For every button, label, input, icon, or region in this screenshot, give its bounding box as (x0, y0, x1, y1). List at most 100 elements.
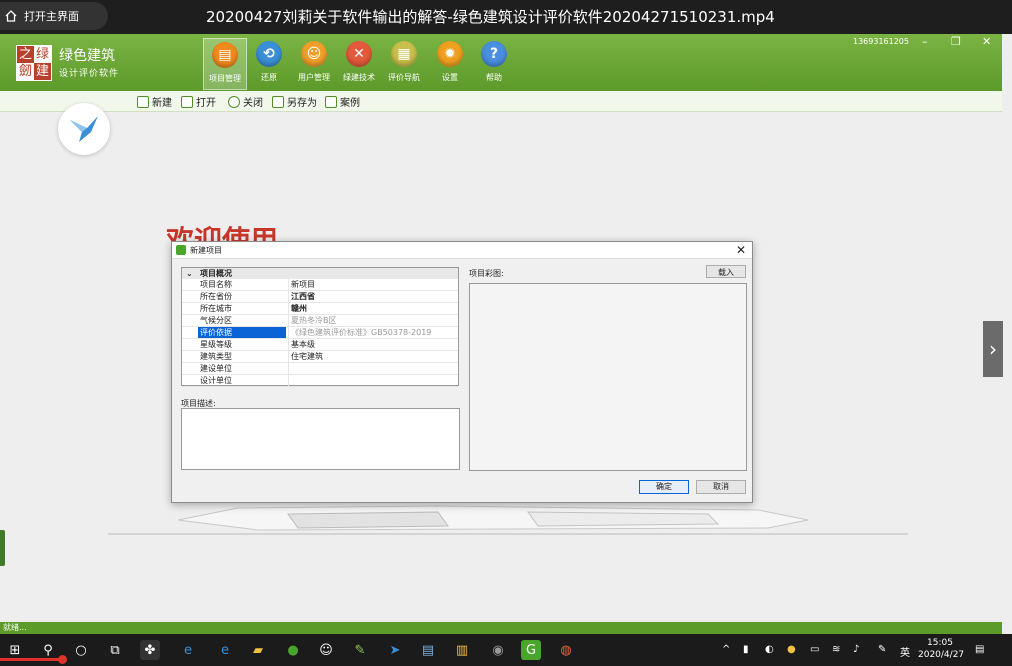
property-key: 项目名称 (200, 280, 232, 289)
app-close-button[interactable]: ✕ (982, 35, 991, 48)
next-arrow-icon[interactable]: › (983, 321, 1003, 377)
notification-icon[interactable]: ▤ (975, 644, 984, 655)
windows-start-icon[interactable]: ⊞ (5, 640, 25, 660)
new-button[interactable]: 新建 (137, 94, 172, 109)
category-label: 项目概况 (200, 269, 232, 278)
speaker-tray-icon[interactable]: ◐ (765, 644, 774, 655)
property-row[interactable]: 建筑类型 住宅建筑 (182, 351, 458, 363)
bird-app-icon[interactable]: ➤ (385, 640, 405, 660)
close-project-button[interactable]: 关闭 (228, 94, 263, 109)
taskbar-clock[interactable]: 15:05 2020/4/27 (918, 637, 965, 661)
property-row[interactable]: 评价依据 《绿色建筑评价标准》GB50378-2019 (182, 327, 458, 339)
tray-expand-icon[interactable]: ^ (722, 644, 730, 655)
toolbar-gear-button[interactable]: ✹ 设置 (428, 38, 472, 90)
dialog-title-bar: 新建项目 ✕ (172, 242, 752, 259)
property-key: 设计单位 (200, 376, 232, 385)
toolbar-user-button[interactable]: ☺ 用户管理 (292, 38, 336, 90)
task-view-icon[interactable]: ⧉ (105, 640, 125, 660)
property-value[interactable]: 赣州 (288, 303, 458, 314)
search-icon[interactable]: ⚲ (38, 640, 58, 660)
property-row[interactable]: 设计单位 (182, 375, 458, 387)
toolbar-tech-button[interactable]: ✕ 绿建技术 (337, 38, 381, 90)
property-value[interactable]: 《绿色建筑评价标准》GB50378-2019 (288, 327, 458, 338)
media-player-icon[interactable]: ◍ (556, 640, 576, 660)
side-handle[interactable] (0, 530, 5, 566)
property-value[interactable] (288, 363, 458, 374)
green-building-app-icon[interactable]: G (521, 640, 541, 660)
toolbar-label: 评价导航 (388, 73, 420, 82)
property-key: 气候分区 (200, 316, 232, 325)
save-as-button[interactable]: 另存为 (272, 94, 317, 109)
video-progress-bar[interactable] (0, 658, 66, 661)
bird-logo-icon[interactable] (58, 103, 110, 155)
property-key: 星级等级 (200, 340, 232, 349)
property-value[interactable]: 新项目 (288, 279, 458, 290)
property-row[interactable]: 星级等级 基本级 (182, 339, 458, 351)
property-grid: ⌄ 项目概况 项目名称 新项目所在省份 江西省所在城市 赣州气候分区 夏热冬冷B区 评价依… (181, 267, 459, 387)
cortana-icon[interactable]: ○ (71, 640, 91, 660)
property-row[interactable]: 所在省份 江西省 (182, 291, 458, 303)
property-value[interactable]: 夏热冬冷B区 (288, 315, 458, 326)
volume-icon[interactable]: ♪ (853, 644, 859, 655)
property-row[interactable]: 建设单位 (182, 363, 458, 375)
property-key: 所在城市 (200, 304, 232, 313)
open-home-button[interactable]: 打开主界面 (0, 2, 108, 30)
pinwheel-app-icon[interactable]: ✤ (140, 640, 160, 660)
property-key: 建设单位 (200, 364, 232, 373)
restore-button[interactable]: ❐ (951, 35, 961, 48)
ok-button[interactable]: 确定 (639, 480, 689, 494)
property-key: 所在省份 (200, 292, 232, 301)
network-icon[interactable]: ≋ (832, 644, 840, 655)
new-project-dialog: 新建项目 ✕ ⌄ 项目概况 项目名称 新项目所在省份 江西省所在城市 赣州气候分区 夏热… (171, 241, 753, 503)
dialog-close-icon[interactable]: ✕ (736, 243, 746, 257)
tech-icon: ✕ (346, 41, 372, 67)
ie-browser-icon[interactable]: e (178, 640, 198, 660)
property-row[interactable]: 所在城市 赣州 (182, 303, 458, 315)
windows-taskbar: ⊞ ⚲ ○ ⧉ ✤ e e ▰ ● ☺ ✎ ➤ ▤ ▥ ◉ G ◍ ^ ▮ ◐ … (0, 634, 1012, 666)
book-app-icon[interactable]: ▤ (418, 640, 438, 660)
property-row[interactable]: 项目名称 新项目 (182, 279, 458, 291)
pen-icon[interactable]: ✎ (878, 644, 886, 655)
description-textarea[interactable] (181, 408, 460, 470)
file-explorer-icon[interactable]: ▰ (248, 640, 268, 660)
toolbar-restore-button[interactable]: ⟲ 还原 (247, 38, 291, 90)
toolbar-label: 项目管理 (209, 74, 241, 83)
tray-app-icon[interactable]: ● (787, 644, 796, 655)
property-value[interactable] (288, 375, 458, 386)
load-image-button[interactable]: 载入 (706, 265, 746, 278)
chevron-down-icon[interactable]: ⌄ (186, 268, 193, 279)
ime-indicator[interactable]: 英 (900, 644, 910, 659)
property-value[interactable]: 江西省 (288, 291, 458, 302)
folder-app-icon[interactable]: ▥ (452, 640, 472, 660)
property-value[interactable]: 住宅建筑 (288, 351, 458, 362)
app-name: 绿色建筑 (59, 48, 115, 64)
building-sketch-image (108, 505, 908, 535)
case-icon (325, 95, 337, 108)
nav-icon: ▦ (391, 41, 417, 67)
dialog-app-icon (176, 245, 186, 255)
green-app-icon[interactable]: ● (283, 640, 303, 660)
notepad-icon[interactable]: ✎ (350, 640, 370, 660)
video-progress-handle[interactable] (58, 655, 67, 664)
gear-icon: ✹ (437, 41, 463, 67)
keyboard-icon[interactable]: ▭ (810, 644, 819, 655)
clock-date: 2020/4/27 (918, 650, 965, 660)
status-bar: 就绪... (0, 622, 1002, 634)
property-row[interactable]: 气候分区 夏热冬冷B区 (182, 315, 458, 327)
folder-icon: ▤ (212, 42, 238, 68)
edge-browser-icon[interactable]: e (215, 640, 235, 660)
toolbar-nav-button[interactable]: ▦ 评价导航 (382, 38, 426, 90)
cancel-button[interactable]: 取消 (696, 480, 746, 494)
qq-icon[interactable]: ☺ (316, 640, 336, 660)
property-value[interactable]: 基本级 (288, 339, 458, 350)
toolbar-help-button[interactable]: ? 帮助 (472, 38, 516, 90)
case-button[interactable]: 案例 (325, 94, 360, 109)
open-button[interactable]: 打开 (181, 94, 216, 109)
minimize-button[interactable]: – (922, 35, 928, 48)
app-subtitle: 设计评价软件 (59, 69, 120, 79)
microphone-icon[interactable]: ▮ (743, 644, 749, 655)
disc-app-icon[interactable]: ◉ (488, 640, 508, 660)
category-row[interactable]: ⌄ 项目概况 (182, 268, 458, 279)
toolbar-folder-button[interactable]: ▤ 项目管理 (203, 38, 247, 90)
welcome-text: 欢迎使用 (166, 224, 279, 242)
